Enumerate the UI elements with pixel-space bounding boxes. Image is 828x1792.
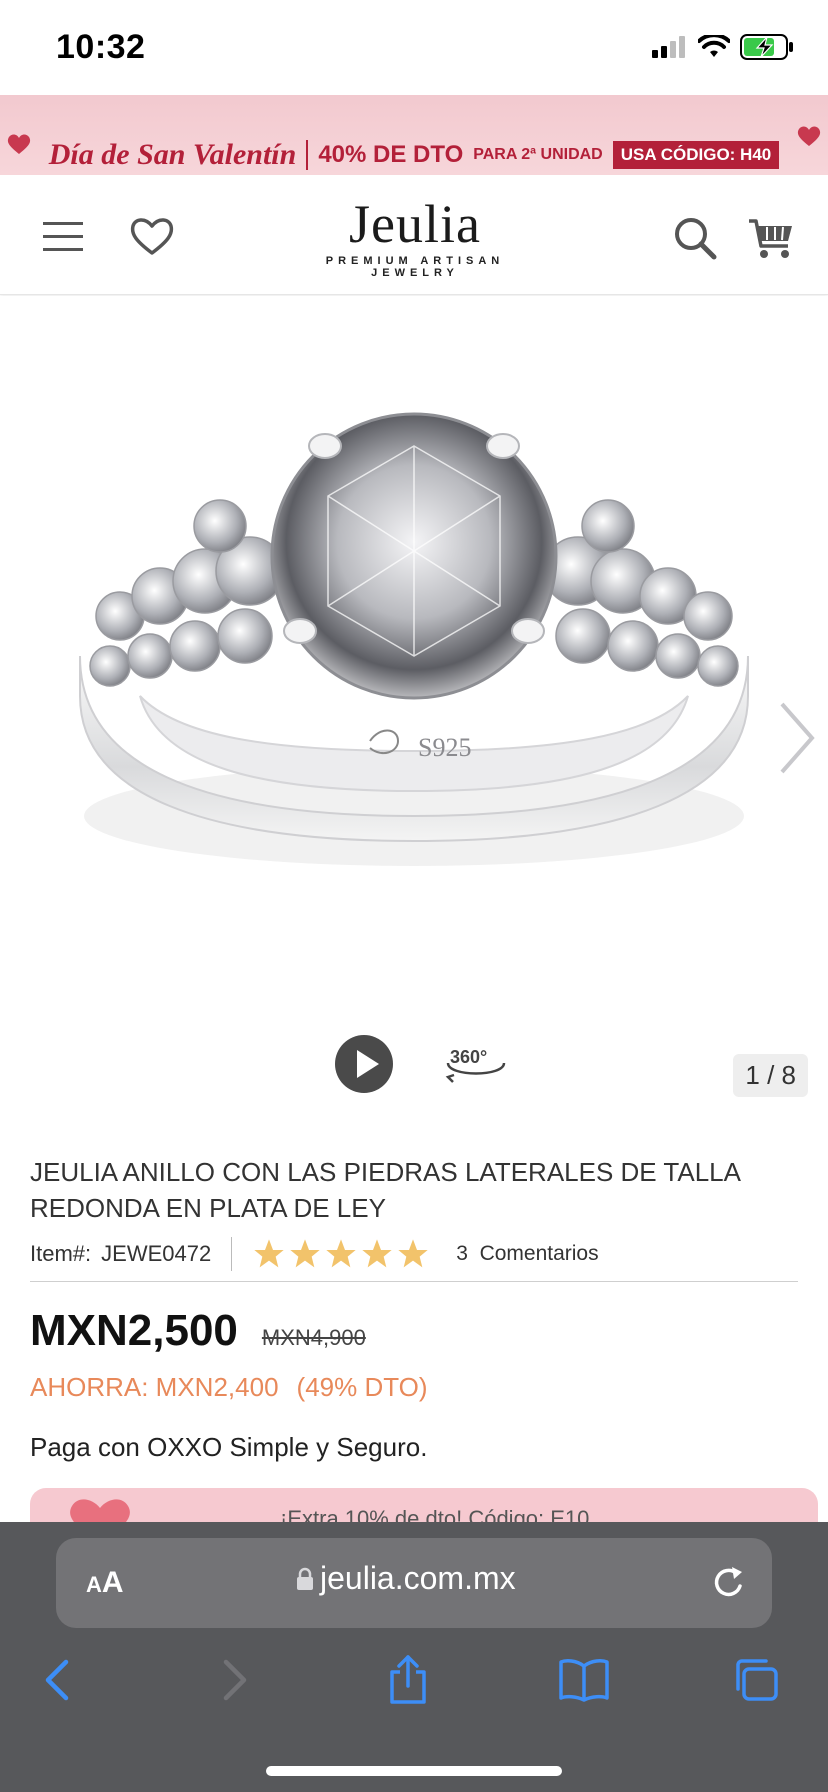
view-360-button[interactable]: 360° [444, 1041, 508, 1092]
reload-icon [714, 1567, 742, 1597]
media-controls: 360° [334, 1034, 508, 1099]
search-icon [675, 218, 717, 260]
logo-wordmark: Jeulia [349, 194, 481, 254]
rotate-360-icon: 360° [445, 1047, 506, 1083]
gallery-counter: 1 / 8 [733, 1054, 808, 1097]
heart-icon [130, 218, 174, 255]
star-icon [326, 1238, 356, 1267]
item-number-value: JEWE0472 [101, 1240, 212, 1266]
star-icon [362, 1238, 392, 1267]
chevron-right-icon [223, 1659, 247, 1701]
menu-button[interactable] [36, 215, 90, 259]
product-gallery[interactable]: S925 [0, 296, 828, 1096]
discount-percent: (49% DTO) [296, 1372, 428, 1402]
cart-button[interactable] [746, 213, 796, 263]
promo-separator [306, 140, 309, 170]
product-title: JEULIA ANILLO CON LAS PIEDRAS LATERALES … [30, 1157, 740, 1223]
url-display[interactable]: jeulia.com.mx [296, 1560, 516, 1597]
battery-charging-icon [740, 34, 793, 60]
tabs-icon [736, 1659, 778, 1701]
logo-tagline: PREMIUM ARTISAN JEWELRY [325, 255, 505, 279]
forward-button[interactable] [206, 1650, 266, 1710]
wishlist-button[interactable] [124, 211, 180, 261]
reviews-link[interactable]: 3 Comentarios [456, 1242, 598, 1266]
product-meta-row: Item#: JEWE0472 3 Comentarios [30, 1234, 798, 1282]
price-row: MXN2,500 MXN4,900 [30, 1306, 366, 1356]
site-header: Jeulia PREMIUM ARTISAN JEWELRY [0, 175, 828, 295]
status-icons [652, 34, 794, 60]
item-number-label: Item#: [30, 1240, 92, 1266]
browser-toolbar: AA jeulia.com.mx [0, 1522, 828, 1792]
chevron-left-icon [45, 1659, 69, 1701]
reviews-count: 3 [456, 1241, 468, 1265]
browser-nav-bar [0, 1650, 828, 1710]
tabs-button[interactable] [726, 1650, 786, 1710]
status-bar: 10:32 [0, 0, 828, 95]
reviews-label: Comentarios [479, 1241, 599, 1265]
cart-icon [749, 219, 792, 258]
promo-small-text: PARA 2ª UNIDAD [473, 146, 603, 163]
rating-stars[interactable] [252, 1238, 430, 1270]
promo-script-text: Día de San Valentín [48, 138, 297, 171]
share-icon [390, 1655, 426, 1704]
lock-icon [297, 1567, 313, 1590]
ring-engraving: S925 [418, 733, 471, 762]
rotate-360-label: 360° [450, 1047, 487, 1067]
current-price: MXN2,500 [30, 1306, 238, 1355]
star-icon [398, 1238, 428, 1267]
promo-offer-text: 40% DE DTO [318, 141, 464, 168]
original-price: MXN4,900 [261, 1325, 366, 1350]
search-button[interactable] [670, 213, 720, 263]
gallery-next-button[interactable] [776, 700, 816, 781]
bookmarks-button[interactable] [554, 1650, 614, 1710]
payment-note: Paga con OXXO Simple y Seguro. [30, 1432, 428, 1462]
star-icon [290, 1238, 320, 1267]
savings-row: AHORRA: MXN2,400 (49% DTO) [30, 1372, 428, 1403]
cellular-signal-icon [652, 36, 685, 58]
site-logo[interactable]: Jeulia PREMIUM ARTISAN JEWELRY [280, 197, 550, 279]
play-video-button[interactable] [334, 1034, 394, 1099]
url-text: jeulia.com.mx [320, 1560, 516, 1596]
meta-divider [231, 1236, 233, 1271]
share-button[interactable] [378, 1650, 438, 1710]
status-time: 10:32 [56, 28, 146, 66]
chevron-right-icon [780, 702, 815, 774]
product-image: S925 [79, 412, 749, 866]
book-icon [559, 1659, 609, 1702]
reload-button[interactable] [710, 1564, 746, 1607]
promo-banner[interactable]: Día de San Valentín 40% DE DTO PARA 2ª U… [0, 95, 828, 175]
savings-amount: AHORRA: MXN2,400 [30, 1372, 279, 1402]
back-button[interactable] [26, 1650, 86, 1710]
play-icon [335, 1035, 393, 1093]
menu-icon [43, 222, 83, 251]
address-bar[interactable]: AA jeulia.com.mx [56, 1538, 772, 1628]
home-indicator [266, 1766, 562, 1776]
promo-code-badge: USA CÓDIGO: H40 [612, 141, 780, 169]
reader-options-button[interactable]: AA [86, 1566, 124, 1600]
wifi-icon [698, 35, 730, 57]
promo-content: Día de San Valentín 40% DE DTO PARA 2ª U… [0, 135, 828, 175]
star-icon [254, 1238, 284, 1267]
